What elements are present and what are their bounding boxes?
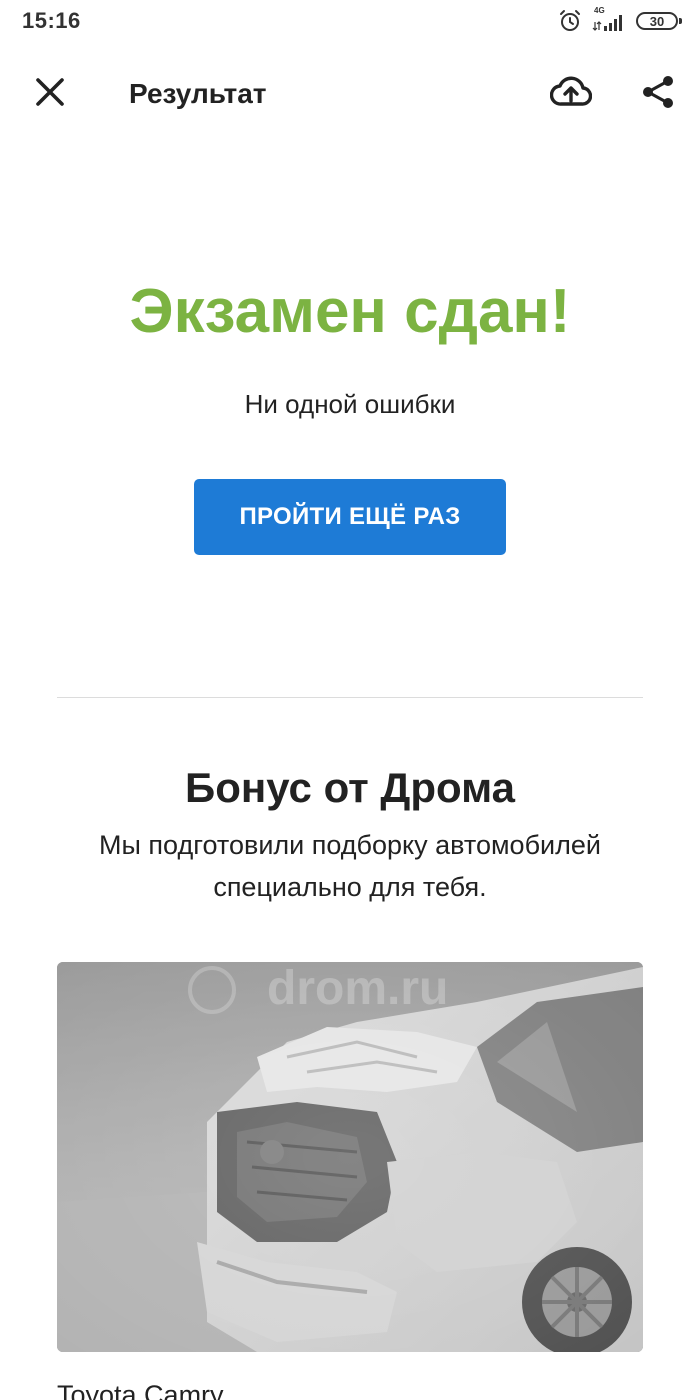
battery-tip: [679, 18, 682, 24]
result-subtitle: Ни одной ошибки: [244, 389, 456, 419]
share-button[interactable]: [636, 72, 680, 116]
car-photo-watermark: drom.ru: [267, 962, 448, 1015]
result-title: Экзамен сдан!: [129, 277, 571, 346]
alarm-icon: [558, 9, 582, 33]
car-name: Toyota Camry: [57, 1380, 224, 1400]
divider: [57, 697, 643, 698]
cloud-upload-icon: [549, 75, 593, 114]
status-bar: 15:16 4G 30: [0, 0, 700, 44]
close-icon: [34, 76, 66, 113]
battery-icon: 30: [636, 12, 682, 30]
car-photo[interactable]: drom.ru: [57, 962, 643, 1352]
upload-button[interactable]: [548, 72, 594, 116]
status-icons: 4G 30: [558, 6, 682, 34]
status-time: 15:16: [22, 8, 81, 33]
retry-button[interactable]: ПРОЙТИ ЕЩЁ РАЗ: [194, 479, 506, 555]
page-title: Результат: [129, 78, 267, 109]
bonus-title: Бонус от Дрома: [185, 764, 515, 811]
share-icon: [640, 74, 676, 115]
signal-icon: 4G: [592, 6, 626, 32]
result-screen: 15:16 4G 30 Результат Экзамен сдан! Ни о…: [0, 0, 700, 1400]
car-card[interactable]: drom.ru Toyota Camry: [57, 962, 643, 1400]
close-button[interactable]: [30, 74, 70, 114]
app-bar: Результат: [0, 56, 700, 132]
bonus-description: Мы подготовили подборку автомобилей спец…: [99, 830, 601, 902]
battery-level: 30: [649, 13, 665, 29]
